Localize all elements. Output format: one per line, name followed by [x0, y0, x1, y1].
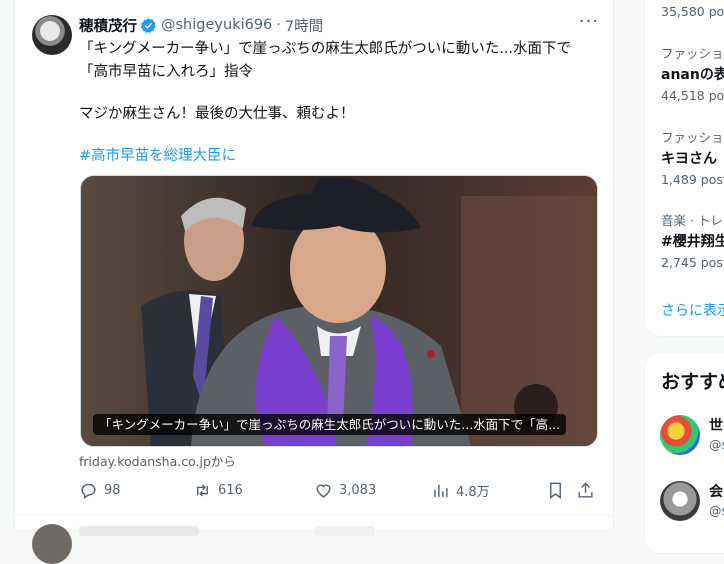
recommend-avatar[interactable]	[660, 415, 700, 455]
tweet-header: 穂積茂行 @shigeyuki696 · 7時間	[79, 15, 323, 35]
tweet-text: 「キングメーカー争い」で崖っぷちの麻生太郎氏がついに動いた...水面下で 「高市…	[79, 38, 599, 168]
show-more-link[interactable]: さらに表示	[661, 300, 724, 320]
reply-count: 98	[104, 482, 121, 498]
timeline: 穂積茂行 @shigeyuki696 · 7時間 ··· 「キングメーカー争い」…	[14, 0, 614, 564]
trend-posts: 1,489 post	[661, 172, 724, 187]
next-tweet-time	[315, 526, 375, 536]
next-tweet[interactable]	[15, 516, 613, 564]
trend-category: 音楽 · トレ	[661, 213, 723, 228]
right-sidebar: 35,580 posts ファッショ ananの表 44,518 pos ファッ…	[644, 0, 724, 554]
repost-count: 616	[218, 482, 243, 498]
repost-icon	[197, 483, 208, 497]
tweet-actions: 98 616 3,083 4.8万	[79, 479, 599, 501]
bookmark-button[interactable]	[546, 479, 565, 501]
card-domain[interactable]: friday.kodansha.co.jpから	[79, 451, 236, 470]
recommend-title: おすすめ	[661, 371, 724, 393]
hashtag-link[interactable]: #高市早苗を総理大臣に	[79, 145, 599, 168]
views-button[interactable]: 4.8万	[431, 479, 490, 501]
reply-button[interactable]: 98	[79, 479, 121, 501]
author-name[interactable]: 穂積茂行	[79, 15, 137, 36]
trend-title[interactable]: ananの表	[661, 64, 724, 84]
verified-badge-icon	[140, 17, 156, 33]
views-icon	[434, 484, 448, 497]
views-count: 4.8万	[456, 484, 490, 500]
card-title: 「キングメーカー争い」で崖っぷちの麻生太郎氏がついに動いた...水面下で「高..…	[93, 414, 567, 435]
like-icon	[316, 484, 331, 498]
trend-category: ファッショ	[661, 130, 724, 145]
trend-title[interactable]: #櫻井翔生	[661, 231, 724, 251]
author-avatar[interactable]	[32, 15, 72, 55]
card-photo	[81, 176, 597, 446]
tweet-time[interactable]: 7時間	[285, 15, 323, 36]
trends-panel: 35,580 posts ファッショ ananの表 44,518 pos ファッ…	[644, 0, 724, 337]
dot-separator: ·	[276, 17, 281, 33]
more-options-icon[interactable]: ···	[578, 13, 600, 35]
like-button[interactable]: 3,083	[314, 479, 376, 501]
recommend-avatar[interactable]	[660, 481, 700, 521]
repost-button[interactable]: 616	[193, 479, 243, 501]
recommend-name[interactable]: 会	[709, 481, 723, 501]
author-handle[interactable]: @shigeyuki696	[161, 17, 272, 33]
who-to-follow-panel: おすすめ 世 @s 会 @s	[644, 352, 724, 554]
next-tweet-avatar[interactable]	[32, 524, 72, 564]
tweet-text-line: 「キングメーカー争い」で崖っぷちの麻生太郎氏がついに動いた...水面下で	[79, 41, 572, 57]
trend-posts: 2,745 post	[661, 255, 724, 270]
link-card[interactable]: 「キングメーカー争い」で崖っぷちの麻生太郎氏がついに動いた...水面下で「高..…	[80, 175, 598, 447]
share-icon	[578, 481, 593, 498]
recommend-handle: @s	[709, 503, 724, 518]
like-count: 3,083	[339, 482, 377, 498]
trend-posts: 35,580 posts	[661, 4, 724, 19]
trend-posts: 44,518 pos	[661, 88, 724, 103]
trend-category: ファッショ	[661, 46, 724, 61]
tweet[interactable]: 穂積茂行 @shigeyuki696 · 7時間 ··· 「キングメーカー争い」…	[15, 0, 613, 516]
recommend-name[interactable]: 世	[709, 415, 723, 435]
tweet-text-line: マジか麻生さん！最後の大仕事、頼むよ！	[79, 106, 355, 122]
bookmark-icon	[550, 482, 561, 499]
tweet-text-line: 「高市早苗に入れろ」指令	[79, 64, 253, 80]
reply-icon	[81, 483, 96, 499]
next-tweet-header	[79, 526, 199, 536]
trend-title[interactable]: キヨさん	[661, 148, 717, 168]
share-button[interactable]	[576, 479, 595, 501]
recommend-handle: @s	[709, 437, 724, 452]
